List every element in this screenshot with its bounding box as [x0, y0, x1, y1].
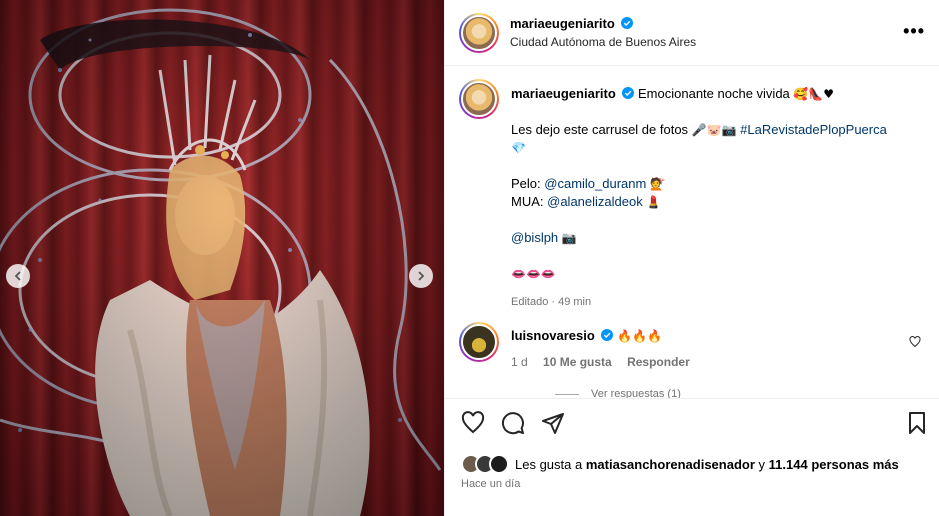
next-photo-button[interactable] — [409, 264, 433, 288]
comment-reply-button[interactable]: Responder — [627, 355, 690, 369]
likes-count-link[interactable]: 11.144 personas más — [769, 457, 899, 472]
likes-summary: Les gusta a matiasanchorenadisenador y 1… — [461, 454, 899, 474]
like-heart-icon[interactable] — [461, 411, 485, 435]
liker-avatar[interactable] — [489, 454, 509, 474]
pelo-mention[interactable]: @camilo_duranm — [544, 176, 646, 191]
view-replies-button[interactable]: Ver respuestas (1) — [555, 388, 681, 398]
mua-label: MUA: — [511, 194, 544, 209]
verified-badge-icon — [621, 17, 634, 29]
comment-age: 1 d — [511, 355, 528, 369]
verified-badge-icon — [601, 329, 614, 341]
comment-like-heart-icon[interactable] — [909, 336, 921, 348]
liked-by-user-link[interactable]: matiasanchorenadisenador — [586, 457, 755, 472]
likes-prefix: Les gusta a — [515, 456, 583, 472]
commenter-avatar[interactable] — [459, 322, 499, 362]
share-paper-plane-icon[interactable] — [541, 411, 565, 435]
caption-line1-emoji: 🥰👠♥ — [793, 87, 835, 101]
comment-likes[interactable]: 10 Me gusta — [543, 355, 612, 369]
comments-section[interactable]: mariaeugeniarito Emocionante noche vivid… — [445, 66, 939, 398]
comment-bubble-icon[interactable] — [501, 411, 525, 435]
verified-badge-icon — [622, 87, 635, 99]
caption-line2-emoji: 🎤🐷📷 — [691, 123, 737, 137]
author-avatar[interactable] — [459, 12, 499, 53]
commenter-username[interactable]: luisnovaresio — [511, 328, 595, 343]
caption-avatar[interactable] — [459, 79, 499, 119]
mua-mention[interactable]: @alanelizaldeok — [547, 194, 643, 209]
mua-emoji: 💄 — [646, 195, 662, 209]
post-time: Hace un día — [461, 478, 521, 490]
post-actions: Les gusta a matiasanchorenadisenador y 1… — [445, 398, 939, 516]
caption-line1: Emocionante noche vivida — [638, 86, 790, 101]
chevron-right-icon — [418, 271, 425, 281]
pelo-label: Pelo: — [511, 176, 541, 191]
author-username[interactable]: mariaeugeniarito — [510, 16, 615, 31]
post-details-panel: mariaeugeniarito Ciudad Autónoma de Buen… — [444, 0, 939, 516]
lips-emoji: 👄👄👄 — [511, 267, 556, 281]
post-location[interactable]: Ciudad Autónoma de Buenos Aires — [510, 35, 696, 49]
caption-line2: Les dejo este carrusel de fotos — [511, 122, 689, 137]
caption-username[interactable]: mariaeugeniarito — [511, 86, 616, 101]
pelo-emoji: 💇 — [649, 177, 665, 191]
likes-conjunction: y — [758, 456, 766, 472]
previous-photo-button[interactable] — [6, 264, 30, 288]
photographer-mention[interactable]: @bislph — [511, 230, 558, 245]
post-header: mariaeugeniarito Ciudad Autónoma de Buen… — [445, 0, 939, 66]
caption-edited-time: Editado · 49 min — [511, 296, 592, 308]
chevron-left-icon — [14, 271, 21, 281]
save-bookmark-icon[interactable] — [905, 411, 929, 435]
camera-emoji: 📷 — [561, 231, 577, 245]
caption-diamond-emoji: 💎 — [511, 141, 526, 155]
comment-text: 🔥🔥🔥 — [617, 329, 662, 343]
hashtag-link[interactable]: #LaRevistadePlopPuerca — [740, 122, 887, 137]
more-options-icon[interactable]: ••• — [903, 22, 925, 40]
post-media[interactable] — [0, 0, 444, 516]
